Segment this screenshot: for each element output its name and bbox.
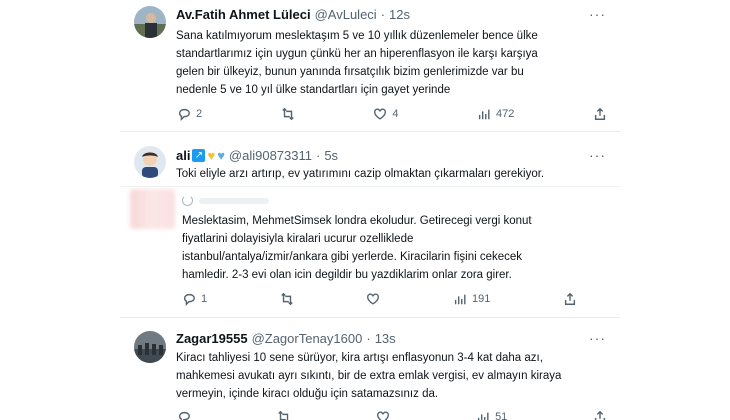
views-icon bbox=[477, 412, 489, 420]
view-count: 51 bbox=[495, 411, 508, 420]
timestamp[interactable]: 5s bbox=[324, 148, 338, 163]
more-icon[interactable]: ··· bbox=[589, 330, 606, 346]
retweet-icon bbox=[281, 107, 294, 121]
avatar[interactable] bbox=[134, 6, 166, 38]
blurred-avatar bbox=[130, 189, 175, 229]
avatar[interactable] bbox=[134, 146, 166, 178]
tweet-actions: 2 4 472 bbox=[177, 107, 607, 121]
tweet-text: Kiracı tahliyesi 10 sene sürüyor, kira a… bbox=[176, 352, 562, 400]
like-button[interactable] bbox=[376, 410, 390, 420]
timestamp[interactable]: 12s bbox=[389, 7, 410, 22]
author-name[interactable]: Av.Fatih Ahmet Lüleci bbox=[176, 7, 311, 22]
reply-icon bbox=[183, 293, 195, 306]
avatar[interactable] bbox=[134, 331, 166, 363]
tweet-text: Meslektasim, MehmetSimsek londra ekoludu… bbox=[182, 215, 532, 281]
author-handle[interactable]: @ali90873311 bbox=[229, 148, 312, 163]
view-count: 191 bbox=[472, 293, 491, 305]
author-name[interactable]: ali bbox=[176, 148, 190, 163]
reply-count: 1 bbox=[201, 293, 208, 305]
tweet-2[interactable]: ali ↗ ♥ ♥ @ali90873311 · 5s ··· Toki eli… bbox=[120, 133, 620, 185]
blue-heart-icon: ♥ bbox=[217, 148, 225, 163]
reply-icon bbox=[178, 411, 190, 420]
author-handle[interactable]: @ZagorTenay1600 bbox=[252, 331, 363, 346]
share-icon bbox=[594, 410, 606, 420]
share-button[interactable] bbox=[593, 107, 607, 121]
like-icon bbox=[367, 293, 380, 305]
timestamp[interactable]: 13s bbox=[375, 331, 396, 346]
arrow-emoji-icon: ↗ bbox=[192, 149, 206, 162]
reply-button[interactable]: 2 bbox=[177, 107, 202, 121]
retweet-icon bbox=[277, 410, 288, 420]
reply-button[interactable]: 1 bbox=[182, 292, 207, 306]
views-button[interactable]: 191 bbox=[453, 292, 490, 306]
tweet-text: Sana katılmıyorum meslektaşım 5 ve 10 yı… bbox=[176, 30, 538, 96]
reply-count: 2 bbox=[196, 108, 203, 120]
share-button[interactable] bbox=[593, 410, 607, 420]
loading-spinner-icon bbox=[182, 195, 193, 206]
share-icon bbox=[564, 292, 576, 305]
view-count: 472 bbox=[496, 108, 515, 120]
share-icon bbox=[594, 107, 606, 120]
reply-icon bbox=[178, 108, 190, 121]
tweet-4[interactable]: Zagar19555 @ZagorTenay1600 · 13s ··· Kir… bbox=[120, 319, 620, 420]
tweet-actions: 1 191 bbox=[182, 292, 577, 306]
retweet-button[interactable] bbox=[281, 107, 295, 121]
like-button[interactable] bbox=[366, 292, 380, 306]
views-icon bbox=[478, 109, 490, 120]
views-icon bbox=[454, 294, 466, 305]
like-button[interactable]: 4 bbox=[373, 107, 398, 121]
yellow-heart-icon: ♥ bbox=[207, 148, 216, 163]
more-icon[interactable]: ··· bbox=[589, 6, 606, 22]
like-icon bbox=[377, 411, 390, 420]
tweet-actions: 51 bbox=[177, 410, 607, 420]
author-name[interactable]: Zagar19555 bbox=[176, 331, 248, 346]
retweet-button[interactable] bbox=[277, 410, 291, 420]
retweet-icon bbox=[281, 292, 293, 306]
reply-button[interactable] bbox=[177, 410, 191, 420]
author-handle[interactable]: @AvLuleci bbox=[315, 7, 377, 22]
like-count: 4 bbox=[392, 108, 399, 120]
timeline: Av.Fatih Ahmet Lüleci @AvLuleci · 12s ··… bbox=[0, 0, 730, 420]
like-icon bbox=[374, 108, 387, 120]
tweet-text: Toki eliyle arzı artırıp, ev yatırımını … bbox=[176, 168, 545, 180]
share-button[interactable] bbox=[563, 292, 577, 306]
views-button[interactable]: 51 bbox=[476, 410, 507, 420]
views-button[interactable]: 472 bbox=[477, 107, 514, 121]
loading-header bbox=[182, 195, 269, 206]
more-icon[interactable]: ··· bbox=[589, 147, 606, 163]
retweet-button[interactable] bbox=[280, 292, 294, 306]
tweet-3[interactable]: Meslektasim, MehmetSimsek londra ekoludu… bbox=[120, 186, 620, 318]
tweet-1[interactable]: Av.Fatih Ahmet Lüleci @AvLuleci · 12s ··… bbox=[120, 0, 620, 132]
